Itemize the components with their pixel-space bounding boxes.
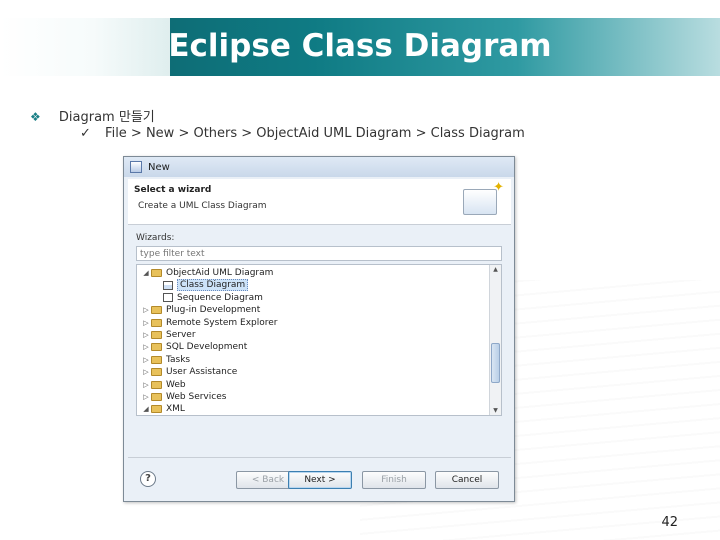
tree-item-label: ObjectAid UML Diagram (166, 268, 274, 278)
folder-icon (151, 306, 162, 315)
scroll-thumb[interactable] (491, 343, 500, 383)
folder-icon (151, 393, 162, 401)
class-diagram-icon (163, 280, 173, 290)
tree-item-label: Web Services (166, 392, 227, 402)
tree-item[interactable]: ▷ Plug-in Development (141, 304, 260, 316)
diamond-bullet-icon: ❖ (30, 110, 41, 124)
tree-item[interactable]: ▷ User Assistance (141, 366, 237, 378)
folder-icon (151, 343, 162, 352)
dialog-titlebar[interactable]: New (124, 157, 514, 177)
collapsed-arrow-icon[interactable]: ▷ (141, 331, 151, 339)
tree-item[interactable]: Class Diagram (163, 279, 249, 292)
checkmark-bullet-icon: ✓ (80, 126, 91, 141)
slide-title: Eclipse Class Diagram (168, 28, 552, 64)
collapsed-arrow-icon[interactable]: ▷ (141, 356, 151, 364)
wizard-tree[interactable]: ◢ ObjectAid UML Diagram Class Diagram Seque… (136, 264, 502, 416)
collapsed-arrow-icon[interactable]: ▷ (141, 306, 151, 314)
header-title: Select a wizard (134, 185, 212, 195)
folder-icon (151, 405, 162, 414)
header-subtitle: Create a UML Class Diagram (138, 201, 267, 211)
dialog-title: New (148, 161, 170, 173)
folder-icon (151, 380, 162, 389)
bullet-text-2: File > New > Others > ObjectAid UML Diag… (105, 126, 525, 141)
expanded-arrow-icon[interactable]: ◢ (141, 405, 151, 413)
tree-item-label: Remote System Explorer (166, 317, 278, 328)
tree-item-label: Web (166, 379, 186, 390)
tree-item[interactable]: ◢ XML (141, 403, 185, 415)
tree-item[interactable]: ▷ SQL Development (141, 341, 247, 353)
collapsed-arrow-icon[interactable]: ▷ (141, 393, 151, 401)
footer-separator (128, 457, 511, 458)
new-wizard-dialog: New Select a wizard Create a UML Class D… (123, 156, 515, 502)
tree-item-label: Sequence Diagram (177, 292, 263, 303)
dialog-header: Select a wizard Create a UML Class Diagr… (128, 179, 511, 225)
sequence-diagram-icon (163, 293, 173, 303)
tree-item-label: SQL Development (166, 342, 248, 353)
bullet-item-2: ✓ File > New > Others > ObjectAid UML Di… (80, 126, 525, 141)
tree-item-label: Server (166, 330, 196, 340)
tree-item[interactable]: Sequence Diagram (163, 292, 263, 304)
help-icon[interactable]: ? (140, 471, 156, 487)
bullet-item-1: ❖ Diagram 만들기 (30, 106, 155, 125)
folder-icon (151, 355, 162, 364)
wizards-label: Wizards: (136, 233, 175, 243)
tree-item[interactable]: ▷ Web Services (141, 391, 226, 403)
next-button[interactable]: Next > (288, 471, 352, 489)
scroll-up-icon[interactable]: ▲ (490, 266, 501, 273)
tree-item-label: Tasks (166, 354, 191, 365)
wizard-banner-icon (463, 180, 504, 215)
bullet-text-1: Diagram 만들기 (58, 110, 155, 125)
collapsed-arrow-icon[interactable]: ▷ (141, 319, 151, 327)
collapsed-arrow-icon[interactable]: ▷ (141, 381, 151, 389)
window-icon (130, 161, 142, 173)
page-number: 42 (661, 515, 678, 530)
collapsed-arrow-icon[interactable]: ▷ (141, 343, 151, 351)
folder-icon (151, 331, 162, 339)
filter-input[interactable] (136, 246, 502, 261)
tree-item-label: Class Diagram (177, 279, 249, 292)
expanded-arrow-icon[interactable]: ◢ (141, 269, 151, 277)
tree-item[interactable]: ▷ Web (141, 379, 186, 391)
collapsed-arrow-icon[interactable]: ▷ (141, 368, 151, 376)
tree-item[interactable]: ▷ Server (141, 329, 196, 341)
folder-icon (151, 368, 162, 377)
tree-item-label: XML (166, 404, 185, 415)
tree-item[interactable]: ▷ Tasks (141, 354, 190, 366)
folder-icon (151, 269, 162, 277)
tree-item-label: User Assistance (166, 367, 238, 378)
scroll-down-icon[interactable]: ▼ (490, 407, 501, 414)
finish-button[interactable]: Finish (362, 471, 426, 489)
tree-item-label: Plug-in Development (166, 305, 261, 316)
cancel-button[interactable]: Cancel (435, 471, 499, 489)
tree-scrollbar[interactable]: ▲ ▼ (489, 265, 501, 415)
tree-item[interactable]: ◢ ObjectAid UML Diagram (141, 267, 273, 279)
tree-item[interactable]: ▷ Remote System Explorer (141, 317, 277, 329)
folder-icon (151, 318, 162, 327)
